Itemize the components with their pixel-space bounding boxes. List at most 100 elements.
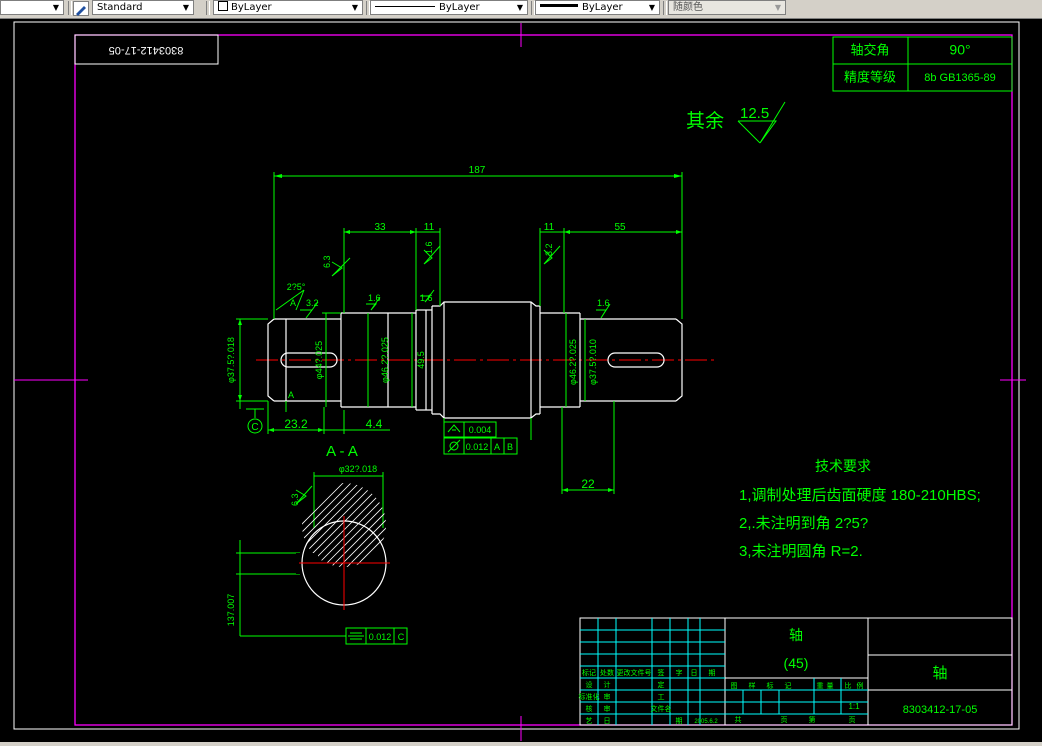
- section-diameter: φ32?.018: [339, 464, 377, 474]
- drawing-canvas[interactable]: 8303412-17-05 轴交角 90° 精度等级 8b GB1365-89 …: [0, 18, 1042, 744]
- tb-row-label: 工: [658, 694, 665, 701]
- tb-header-label: 签: [658, 668, 665, 677]
- drawing-frame: [74, 34, 1013, 726]
- lineweight-combo[interactable]: ByLayer ▼: [535, 0, 660, 15]
- tb-row-label: 计: [604, 680, 611, 689]
- tb-header-label: 标记: [582, 668, 596, 677]
- plotstyle-combo[interactable]: 随颜色 ▼: [668, 0, 786, 15]
- section-depth: 137.007: [226, 594, 236, 627]
- dim-23-2: 23.2: [284, 417, 308, 431]
- dim-33: 33: [374, 222, 386, 233]
- tolerance-ref-a: A: [494, 442, 500, 452]
- roughness-3-2-a: 3.2: [306, 298, 319, 308]
- roughness-1-6-c: 1.6: [597, 298, 610, 308]
- tb-header-label: 处数: [600, 668, 614, 677]
- properties-toolbar: ▼ Standard ▼ ByLayer ▼ ByLayer ▼ ByLayer ▼ 随…: [0, 0, 1042, 19]
- centring-marks: [14, 23, 1026, 741]
- dim-4-4: 4.4: [366, 417, 383, 431]
- toolbar-separator: [663, 1, 667, 15]
- dim-dia-right-key: φ37.5?.010: [588, 339, 598, 385]
- toolbar-separator: [68, 1, 72, 15]
- accuracy-value: 8b GB1365-89: [924, 72, 996, 84]
- tb-stage-label: 记: [785, 682, 792, 690]
- lineweight-value: ByLayer: [582, 2, 623, 13]
- cylindricity-value: 0.012: [466, 442, 489, 452]
- datum-c-label: C: [251, 422, 258, 433]
- prev-combo[interactable]: ▼: [0, 0, 64, 15]
- tb-stage-label: 样: [749, 681, 756, 690]
- dim-11-right: 11: [544, 222, 555, 233]
- dim-dia-right: φ46.2?.025: [568, 339, 578, 385]
- text-style-combo[interactable]: Standard ▼: [92, 0, 194, 15]
- linetype-sample-icon: [375, 6, 435, 7]
- tb-row-label: 期: [676, 717, 683, 725]
- tb-row-label: 设: [586, 680, 593, 689]
- roughness-6-3-a: 6.3: [322, 255, 332, 268]
- linetype-combo[interactable]: ByLayer ▼: [370, 0, 528, 15]
- tb-stage-label: 量: [827, 682, 834, 690]
- chevron-down-icon: ▼: [516, 3, 524, 12]
- rotated-number-box: 8303412-17-05: [74, 34, 219, 65]
- status-strip: [0, 742, 1042, 746]
- tb-row-label: 定: [658, 680, 665, 689]
- dim-chamfer-angle: 2?5°: [287, 282, 306, 292]
- symmetry-ref-c: C: [398, 632, 405, 642]
- tb-stage-label: 例: [857, 681, 864, 690]
- notes-line-1: 1,调制处理后齿面硬度 180-210HBS;: [739, 487, 981, 504]
- part-name: 轴: [789, 627, 803, 643]
- tb-row-label: 审: [604, 704, 611, 713]
- drawing-title: 轴: [932, 665, 947, 682]
- chevron-down-icon: ▼: [182, 3, 190, 12]
- dim-11-left: 11: [424, 222, 435, 233]
- chevron-down-icon: ▼: [351, 3, 359, 12]
- color-combo[interactable]: ByLayer ▼: [213, 0, 363, 15]
- roughness-6-3-b: 6.3: [290, 493, 300, 506]
- runout-value: 0.004: [469, 425, 492, 435]
- tb-row-label: 日: [604, 717, 611, 725]
- color-value: ByLayer: [231, 2, 272, 13]
- general-roughness-symbol: 其余 12.5: [686, 101, 786, 144]
- dim-dia-mid: φ46.2?.025: [380, 337, 390, 383]
- dim-overall-length: 187: [469, 165, 486, 176]
- tb-stage-label: 标: [767, 681, 774, 690]
- title-block-filename: 文件名: [651, 704, 672, 713]
- roughness-3-2-b: 3.2: [544, 243, 554, 256]
- shaft-angle-label: 轴交角: [850, 42, 889, 57]
- section-label: A - A: [326, 443, 358, 460]
- plotstyle-value: 随颜色: [673, 2, 703, 13]
- title-block-small-labels: 标记 处数 更改文件号签字日期设 计标准化 审核 审定工艺日期图样标记重量比例共页第页: [579, 668, 864, 725]
- tb-sheet-label: 页: [849, 716, 856, 724]
- tb-row-label: 核: [586, 704, 593, 713]
- tb-stage-label: 重: [817, 682, 824, 690]
- drawing-number: 8303412-17-05: [903, 704, 978, 716]
- notes-line-2: 2,.未注明到角 2?5?: [739, 515, 868, 532]
- tb-header-label: 日: [691, 669, 698, 677]
- toolbar-separator: [206, 1, 210, 15]
- tb-stage-label: 图: [731, 682, 738, 690]
- datum-a-label: A: [288, 390, 294, 400]
- chevron-down-icon: ▼: [774, 3, 782, 12]
- tb-header-label: 更改文件号: [617, 668, 652, 677]
- title-block-date: 2005.6.2: [694, 719, 718, 725]
- tolerance-frames: 0.004 0.012 A B: [443, 421, 518, 455]
- symmetry-value: 0.012: [369, 632, 392, 642]
- dim-dia-shoulder: φ44?.025: [314, 341, 324, 379]
- rotated-drawing-number: 8303412-17-05: [109, 44, 184, 56]
- roughness-general-value: 12.5: [740, 105, 769, 122]
- text-style-icon[interactable]: [73, 1, 89, 16]
- dim-49-5: 49.5: [416, 351, 426, 369]
- tb-sheet-label: 第: [809, 715, 816, 724]
- tb-row-label: 审: [604, 692, 611, 701]
- roughness-1-6-a: 1.6: [368, 293, 381, 303]
- text-style-value: Standard: [97, 2, 143, 13]
- datum-a-top-label: A: [290, 298, 296, 308]
- tb-sheet-label: 共: [735, 715, 742, 724]
- roughness-1-6-b: 1.6: [420, 293, 433, 303]
- tolerance-ref-b: B: [507, 442, 513, 452]
- dimension-lines: [236, 172, 683, 494]
- dim-dia-left-key: φ37.5?.018: [226, 337, 236, 383]
- part-material: (45): [784, 655, 809, 671]
- tb-header-label: 期: [709, 669, 716, 677]
- chevron-down-icon: ▼: [52, 3, 60, 12]
- tb-header-label: 字: [676, 668, 683, 677]
